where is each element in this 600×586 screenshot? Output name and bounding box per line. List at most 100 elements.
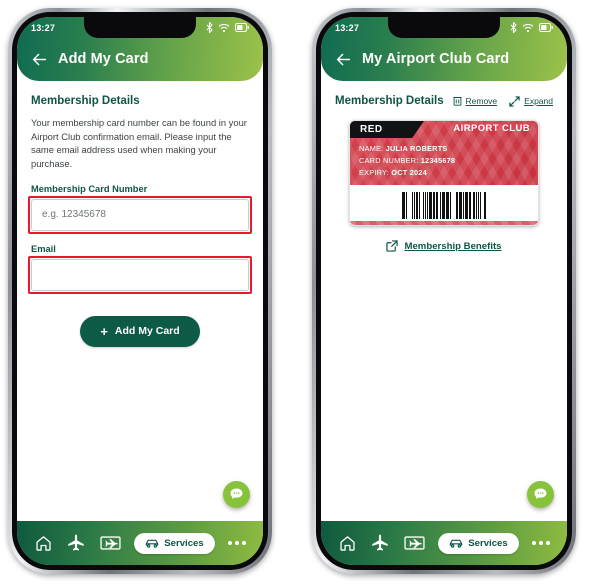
email-field-highlight	[28, 255, 252, 294]
expand-label: Expand	[524, 96, 553, 106]
section-title: Membership Details	[31, 95, 140, 107]
section-title: Membership Details	[335, 95, 444, 107]
car-icon	[146, 539, 159, 548]
home-icon	[36, 535, 51, 551]
email-label: Email	[31, 243, 56, 254]
wifi-icon	[218, 23, 230, 32]
phone-bezel: 13:27 My Airport Club Card Membership De…	[316, 12, 572, 570]
add-my-card-button[interactable]: + Add My Card	[80, 315, 200, 347]
membership-benefits-row: Membership Benefits	[321, 240, 567, 252]
nav-bar: Add My Card	[17, 38, 263, 76]
ellipsis-icon-dot	[242, 541, 247, 545]
battery-icon	[235, 23, 249, 32]
card-club-name: AIRPORT CLUB	[453, 123, 530, 134]
chat-bubble-icon	[230, 488, 243, 499]
status-bar-time: 13:27	[335, 22, 360, 33]
car-icon	[450, 539, 463, 548]
ellipsis-icon-dot	[546, 541, 551, 545]
nav-item-boarding-pass[interactable]	[100, 534, 121, 552]
phone-bezel: 13:27 Add My Card Membership Details You…	[12, 12, 268, 570]
remove-card-button[interactable]: Remove	[453, 96, 498, 106]
card-row-number-value: 12345678	[420, 155, 456, 165]
bottom-navigation: Services	[321, 521, 567, 565]
expand-icon	[509, 95, 520, 107]
add-my-card-button-label: Add My Card	[114, 325, 180, 337]
bluetooth-icon	[206, 22, 213, 33]
nav-item-more[interactable]	[228, 541, 247, 545]
page-title: Add My Card	[58, 51, 149, 67]
card-row-expiry-value: OCT 2024	[391, 167, 427, 177]
bluetooth-icon	[510, 22, 517, 33]
card-row-name-value: JULIA ROBERTS	[385, 144, 448, 153]
nav-item-flights[interactable]	[66, 533, 86, 553]
barcode-bar	[485, 191, 487, 219]
ellipsis-icon-dot	[539, 541, 544, 545]
arrow-left-icon[interactable]	[335, 51, 352, 68]
ellipsis-icon-dot	[235, 541, 240, 545]
bottom-navigation: Services	[17, 521, 263, 565]
card-row-number-label: CARD NUMBER:	[359, 155, 419, 165]
battery-icon	[539, 23, 553, 32]
barcode	[401, 191, 487, 219]
arrow-left-icon[interactable]	[31, 51, 48, 68]
nav-item-more[interactable]	[532, 541, 551, 545]
membership-card-wrapper: RED AIRPORT CLUB NAME: JULIA ROBERTS CAR…	[321, 120, 567, 226]
card-number-label: Membership Card Number	[31, 183, 148, 194]
external-link-icon	[386, 240, 399, 252]
expand-card-button[interactable]: Expand	[509, 95, 553, 107]
card-tier-badge: RED	[350, 121, 424, 138]
email-input[interactable]	[31, 258, 249, 291]
card-details: NAME: JULIA ROBERTS CARD NUMBER: 1234567…	[359, 143, 455, 179]
card-row-name-label: NAME:	[359, 144, 384, 153]
boarding-pass-icon	[100, 536, 121, 550]
screen-content-add-card: Membership Details Your membership card …	[17, 81, 263, 521]
home-icon	[340, 535, 355, 551]
membership-card-top: RED AIRPORT CLUB NAME: JULIA ROBERTS CAR…	[350, 121, 538, 185]
trash-icon	[453, 97, 461, 106]
nav-item-home[interactable]	[338, 534, 357, 553]
phone-frame-add-my-card: 13:27 Add My Card Membership Details You…	[8, 8, 272, 574]
membership-benefits-link[interactable]: Membership Benefits	[404, 241, 501, 252]
ellipsis-icon-dot	[228, 541, 233, 545]
plus-icon: +	[100, 323, 108, 339]
phone-notch	[84, 17, 196, 38]
section-header-row: Membership Details Remove Expand	[321, 81, 567, 107]
chat-fab-button[interactable]	[527, 481, 554, 508]
membership-card-number-input[interactable]	[31, 198, 249, 231]
nav-item-boarding-pass[interactable]	[404, 534, 425, 552]
wifi-icon	[522, 23, 534, 32]
phone-frame-my-airport-club-card: 13:27 My Airport Club Card Membership De…	[312, 8, 576, 574]
nav-item-services-active[interactable]: Services	[134, 532, 215, 554]
card-row-name: NAME: JULIA ROBERTS	[359, 143, 455, 155]
submit-row: + Add My Card	[31, 315, 249, 347]
nav-item-home[interactable]	[34, 534, 53, 553]
nav-bar: My Airport Club Card	[321, 38, 567, 76]
chat-fab-button[interactable]	[223, 481, 250, 508]
card-row-expiry: EXPIRY: OCT 2024	[359, 167, 455, 179]
page-title: My Airport Club Card	[362, 51, 510, 67]
card-number-field-highlight	[28, 195, 252, 234]
airplane-icon	[372, 534, 388, 551]
boarding-pass-icon	[404, 536, 425, 550]
nav-item-services-active[interactable]: Services	[438, 532, 519, 554]
status-bar-icons	[510, 22, 553, 33]
membership-card-bottom	[350, 185, 538, 225]
card-row-expiry-label: EXPIRY:	[359, 167, 390, 177]
status-bar-time: 13:27	[31, 22, 56, 33]
nav-item-flights[interactable]	[370, 533, 390, 553]
card-actions: Remove Expand	[453, 95, 553, 107]
chat-bubble-icon	[534, 488, 547, 499]
phone-screen-my-airport-club-card: 13:27 My Airport Club Card Membership De…	[321, 17, 567, 565]
status-bar-icons	[206, 22, 249, 33]
card-bottom-stripe	[350, 221, 538, 225]
membership-card[interactable]: RED AIRPORT CLUB NAME: JULIA ROBERTS CAR…	[349, 120, 539, 226]
airplane-icon	[68, 534, 84, 551]
card-row-number: CARD NUMBER: 12345678	[359, 155, 455, 167]
ellipsis-icon-dot	[532, 541, 537, 545]
services-pill-label: Services	[164, 537, 204, 549]
remove-label: Remove	[465, 96, 498, 106]
phone-notch	[388, 17, 500, 38]
services-pill-label: Services	[468, 537, 508, 549]
instructions-paragraph: Your membership card number can be found…	[31, 117, 247, 169]
two-phone-comparison: 13:27 Add My Card Membership Details You…	[0, 0, 600, 586]
